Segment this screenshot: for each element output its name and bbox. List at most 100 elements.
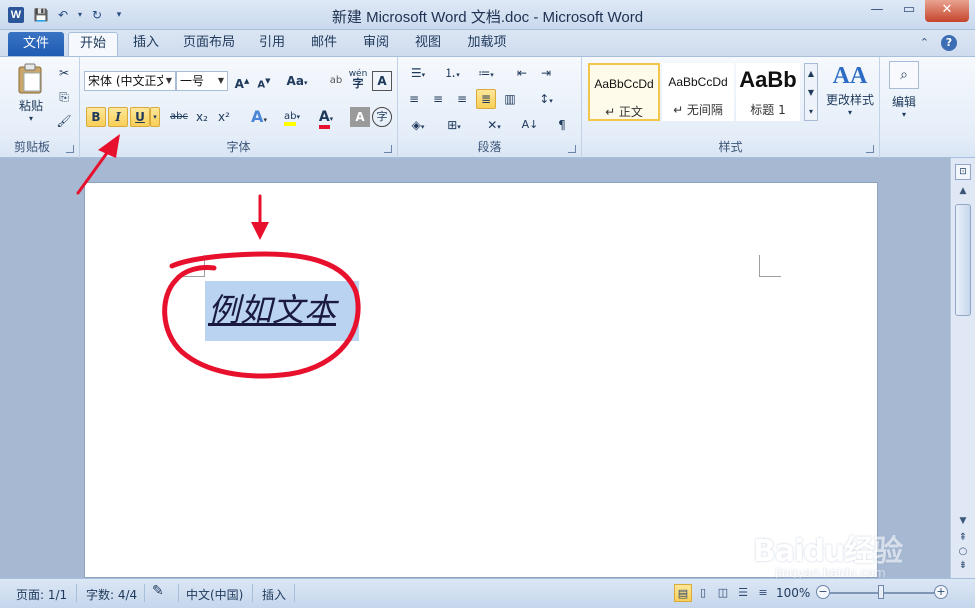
clear-formatting-button[interactable]: ab [326, 71, 346, 91]
tab-references[interactable]: 引用 [252, 32, 292, 56]
outline-view-icon[interactable]: ☰ [734, 584, 752, 602]
strikethrough-button[interactable]: abc [168, 107, 190, 127]
increase-indent-icon[interactable]: ⇥ [536, 63, 556, 83]
underline-button[interactable]: U [130, 107, 150, 127]
multilevel-list-icon[interactable]: ≔▾ [472, 63, 500, 83]
character-shading-button[interactable]: A [350, 107, 370, 127]
minimize-button[interactable]: — [861, 0, 893, 22]
style-heading-1[interactable]: AaBb 标题 1 [736, 63, 800, 121]
scroll-thumb[interactable] [955, 204, 971, 316]
change-styles-button[interactable]: AA 更改样式 ▾ [822, 61, 878, 133]
maximize-button[interactable]: ▭ [893, 0, 925, 22]
paste-button[interactable]: 粘贴 ▾ [10, 61, 52, 135]
tab-file[interactable]: 文件 [8, 32, 64, 56]
character-border-button[interactable]: A [372, 71, 392, 91]
full-screen-reading-icon[interactable]: ▯ [694, 584, 712, 602]
underline-dropdown-button[interactable]: ▾ [150, 107, 160, 127]
next-page-icon[interactable]: ⇟ [955, 560, 971, 574]
paragraph-dialog-launcher[interactable] [568, 145, 576, 153]
numbering-icon[interactable]: ⒈▾ [438, 63, 466, 83]
enclose-characters-button[interactable]: 字 [372, 107, 392, 127]
language-indicator[interactable]: 中文(中国) [186, 586, 243, 603]
font-dialog-launcher[interactable] [384, 145, 392, 153]
copy-icon[interactable]: ⎘ [54, 87, 74, 107]
font-size-select[interactable]: 一号 ▼ [176, 71, 228, 91]
align-right-icon[interactable]: ≡ [452, 89, 472, 109]
document-area[interactable]: 例如文本 [0, 158, 950, 578]
shrink-font-button[interactable]: A▼ [254, 71, 274, 91]
style-normal[interactable]: AaBbCcDd ↵ 正文 [588, 63, 660, 121]
chinese-layout-icon[interactable]: ✕▾ [480, 115, 508, 135]
change-case-button[interactable]: Aa▾ [284, 71, 310, 91]
tab-view[interactable]: 视图 [408, 32, 448, 56]
draft-view-icon[interactable]: ≡ [754, 584, 772, 602]
subscript-button[interactable]: x₂ [192, 107, 212, 127]
font-name-select[interactable]: 宋体 (中文正文 ▼ [84, 71, 176, 91]
ruler-toggle-icon[interactable]: ⊡ [955, 164, 971, 180]
paste-dropdown-icon[interactable]: ▾ [10, 114, 52, 123]
scroll-down-icon[interactable]: ▼ [955, 516, 971, 530]
editing-button[interactable]: ⌕ 编辑 ▾ [886, 61, 922, 131]
bold-button[interactable]: B [86, 107, 106, 127]
tab-page-layout[interactable]: 页面布局 [176, 32, 242, 56]
insert-mode[interactable]: 插入 [262, 586, 286, 603]
help-icon[interactable]: ? [941, 35, 957, 51]
previous-page-icon[interactable]: ⇞ [955, 532, 971, 546]
page-count[interactable]: 页面: 1/1 [16, 586, 67, 603]
window-controls: — ▭ ✕ [861, 0, 969, 22]
zoom-level[interactable]: 100% [776, 586, 810, 600]
style-no-spacing[interactable]: AaBbCcDd ↵ 无间隔 [662, 63, 734, 121]
align-left-icon[interactable]: ≡ [404, 89, 424, 109]
tab-addins[interactable]: 加载项 [460, 32, 514, 56]
borders-icon[interactable]: ⊞▾ [440, 115, 468, 135]
tab-mailings[interactable]: 邮件 [304, 32, 344, 56]
style-no-spacing-name: ↵ 无间隔 [673, 103, 723, 117]
grow-font-button[interactable]: A▲ [232, 71, 252, 91]
format-painter-icon[interactable]: 🖌 [54, 111, 74, 131]
clipboard-dialog-launcher[interactable] [66, 145, 74, 153]
scroll-up-icon[interactable]: ▲ [955, 186, 971, 200]
show-hide-marks-icon[interactable]: ¶ [552, 115, 572, 135]
style-no-spacing-sample: AaBbCcDd [668, 75, 728, 89]
tab-review[interactable]: 审阅 [356, 32, 396, 56]
decrease-indent-icon[interactable]: ⇤ [512, 63, 532, 83]
font-color-button[interactable]: A▾ [312, 107, 340, 129]
tab-home[interactable]: 开始 [68, 32, 118, 56]
zoom-slider-thumb[interactable] [878, 585, 884, 599]
styles-dialog-launcher[interactable] [866, 145, 874, 153]
paragraph-group-label: 段落 [477, 140, 502, 154]
superscript-button[interactable]: x² [214, 107, 234, 127]
document-page[interactable]: 例如文本 [84, 182, 878, 578]
line-spacing-icon[interactable]: ↕▾ [532, 89, 560, 109]
proofing-icon[interactable]: ✎ [152, 583, 164, 599]
browse-object-icon[interactable]: ○ [955, 546, 971, 560]
margin-corner-top-right [759, 255, 781, 277]
divider [294, 584, 295, 602]
italic-button[interactable]: I [108, 107, 128, 127]
baidu-watermark: Baidu经验 jingyan.baidu.com [745, 522, 935, 582]
styles-group-label: 样式 [718, 140, 743, 154]
status-bar: 页面: 1/1 字数: 4/4 ✎ 中文(中国) 插入 ▤ ▯ ◫ ☰ ≡ 10… [0, 578, 975, 608]
styles-scroll[interactable]: ▲ ▼ ▾ [804, 63, 818, 121]
justify-icon[interactable]: ≣ [476, 89, 496, 109]
distributed-icon[interactable]: ▥ [500, 89, 520, 109]
selected-text[interactable]: 例如文本 [205, 281, 359, 341]
word-count[interactable]: 字数: 4/4 [86, 586, 137, 603]
shading-icon[interactable]: ◈▾ [404, 115, 432, 135]
highlight-color-button[interactable]: ab▾ [278, 107, 306, 127]
vertical-scrollbar[interactable]: ⊡ ▲ ▼ ⇞ ○ ⇟ [950, 158, 975, 578]
window-title: 新建 Microsoft Word 文档.doc - Microsoft Wor… [331, 9, 644, 26]
web-layout-icon[interactable]: ◫ [714, 584, 732, 602]
align-center-icon[interactable]: ≡ [428, 89, 448, 109]
zoom-out-icon[interactable]: − [816, 585, 830, 599]
tab-insert[interactable]: 插入 [124, 32, 168, 56]
bullets-icon[interactable]: ☰▾ [404, 63, 432, 83]
cut-icon[interactable]: ✂ [54, 63, 74, 83]
phonetic-guide-button[interactable]: wén 字 [348, 69, 368, 89]
print-layout-view-icon[interactable]: ▤ [674, 584, 692, 602]
collapse-ribbon-icon[interactable]: ⌃ [920, 36, 929, 49]
sort-icon[interactable]: A↓ [520, 115, 540, 135]
zoom-in-icon[interactable]: + [934, 585, 948, 599]
close-button[interactable]: ✕ [925, 0, 969, 22]
text-effects-button[interactable]: A▾ [246, 107, 272, 127]
